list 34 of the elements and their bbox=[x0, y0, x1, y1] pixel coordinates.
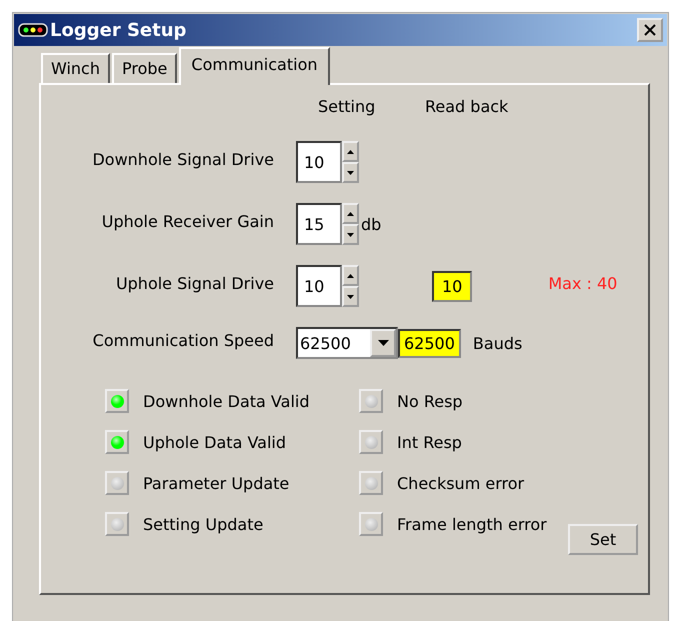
status-label: Frame length error bbox=[397, 514, 547, 534]
field-label: Uphole Receiver Gain bbox=[100, 212, 275, 233]
field-label: Uphole Signal Drive bbox=[114, 274, 275, 295]
tab[interactable]: Probe bbox=[112, 53, 178, 83]
window-title: Logger Setup bbox=[50, 20, 188, 40]
status-label: Int Resp bbox=[397, 432, 462, 452]
tab[interactable]: Communication bbox=[179, 47, 330, 85]
field-label: Communication Speed bbox=[92, 331, 275, 352]
status-label: Setting Update bbox=[143, 514, 264, 534]
spin-down-icon[interactable] bbox=[342, 286, 359, 307]
status-label: Checksum error bbox=[397, 474, 524, 492]
close-icon bbox=[644, 24, 656, 36]
readback-value: 62500 bbox=[398, 328, 461, 358]
tab[interactable]: Winch bbox=[41, 53, 110, 83]
dropdown[interactable]: 62500 bbox=[296, 327, 398, 359]
traffic-light-icon bbox=[18, 23, 48, 37]
status-label: Uphole Data Valid bbox=[143, 432, 286, 452]
spin-down-icon[interactable] bbox=[342, 224, 359, 245]
unit-label: Bauds bbox=[472, 334, 522, 352]
status-label: Downhole Data Valid bbox=[143, 392, 310, 410]
column-header: Setting bbox=[317, 97, 376, 118]
spin-down-icon[interactable] bbox=[342, 162, 359, 183]
unit-label: db bbox=[360, 214, 382, 234]
spin-up-icon[interactable] bbox=[342, 265, 359, 286]
field-label: Downhole Signal Drive bbox=[91, 150, 275, 171]
readback-value: 10 bbox=[432, 270, 472, 302]
spin-up-icon[interactable] bbox=[342, 141, 359, 162]
status-label: No Resp bbox=[397, 392, 463, 410]
set-button[interactable]: Set bbox=[568, 524, 638, 555]
max-note: Max : 40 bbox=[548, 274, 618, 293]
status-label: Parameter Update bbox=[143, 474, 290, 492]
spin-up-icon[interactable] bbox=[342, 203, 359, 224]
column-header: Read back bbox=[424, 97, 510, 118]
close-button[interactable] bbox=[637, 18, 663, 42]
